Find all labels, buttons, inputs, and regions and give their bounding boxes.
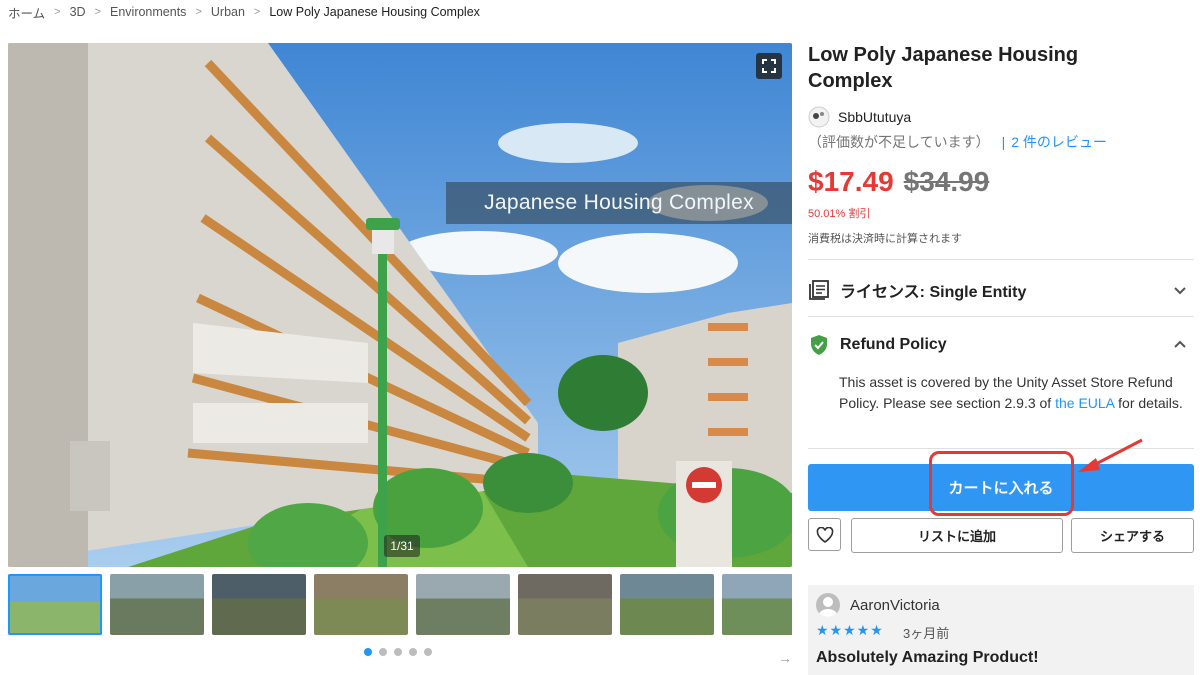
fullscreen-icon [762, 59, 776, 73]
reviews-link[interactable]: 2 件のレビュー [1011, 132, 1107, 152]
ratings-divider: | [1001, 134, 1006, 150]
thumbnail-strip [8, 574, 792, 635]
thumbnail[interactable] [314, 574, 408, 635]
divider [808, 259, 1194, 260]
license-accordion[interactable]: ライセンス: Single Entity [808, 275, 1194, 305]
thumbnail[interactable] [212, 574, 306, 635]
publisher-avatar-icon [808, 106, 830, 128]
image-counter: 1/31 [384, 535, 420, 557]
heart-icon [816, 526, 833, 543]
share-button[interactable]: シェアする [1071, 518, 1194, 553]
eula-link[interactable]: the EULA [1055, 395, 1114, 411]
thumbnail[interactable] [620, 574, 714, 635]
refund-accordion[interactable]: Refund Policy [808, 330, 1194, 360]
chevron-right-icon: > [195, 6, 202, 18]
review-date: 3ヶ月前 [903, 626, 950, 641]
rating-note: （評価数が不足しています） [808, 134, 990, 150]
price-row: $17.49 $34.99 [808, 166, 989, 198]
carousel-dot[interactable] [394, 648, 402, 656]
refund-label: Refund Policy [840, 336, 947, 353]
refund-text-part: for details. [1114, 394, 1183, 411]
carousel-dot[interactable] [379, 648, 387, 656]
discount-label: 50.01% 割引 [808, 208, 871, 220]
chevron-down-icon [1174, 287, 1186, 295]
thumbnail[interactable] [8, 574, 102, 635]
chevron-right-icon: > [253, 6, 261, 18]
sale-price: $17.49 [808, 166, 894, 197]
thumbnail[interactable] [518, 574, 612, 635]
carousel-dot[interactable] [364, 648, 372, 656]
review-title: Absolutely Amazing Product! [816, 649, 1039, 666]
fullscreen-button[interactable] [756, 53, 782, 79]
breadcrumb-current: Low Poly Japanese Housing Complex [269, 5, 480, 19]
thumbnail[interactable] [110, 574, 204, 635]
carousel-dot[interactable] [424, 648, 432, 656]
license-icon [809, 280, 829, 300]
hero-image[interactable]: Japanese Housing Complex 1/31 [8, 43, 792, 567]
chevron-right-icon: > [54, 6, 61, 18]
publisher[interactable]: SbbUtutuya [808, 106, 911, 128]
shield-check-icon [811, 335, 827, 355]
user-avatar-icon [816, 593, 840, 617]
thumbnail[interactable] [722, 574, 792, 635]
publisher-name[interactable]: SbbUtutuya [838, 109, 911, 125]
divider [808, 316, 1194, 317]
chevron-up-icon [1174, 340, 1186, 348]
review-user: AaronVictoria [816, 593, 940, 617]
annotation-highlight-box [929, 451, 1074, 516]
hero-scene [8, 43, 792, 567]
original-price: $34.99 [903, 166, 990, 197]
wishlist-button[interactable] [808, 518, 841, 551]
review-card: AaronVictoria ★★★★★ 3ヶ月前 Absolutely Amaz… [808, 585, 1194, 675]
review-username: AaronVictoria [850, 596, 940, 614]
review-stars: ★★★★★ [816, 622, 884, 638]
add-to-list-button[interactable]: リストに追加 [851, 518, 1063, 553]
refund-policy-text: This asset is covered by the Unity Asset… [839, 372, 1184, 413]
chevron-right-icon: > [94, 6, 101, 18]
product-title: Low Poly Japanese Housing Complex [808, 44, 1079, 92]
carousel-dots [364, 648, 432, 656]
carousel-dot[interactable] [409, 648, 417, 656]
breadcrumb-environments[interactable]: Environments [110, 5, 186, 19]
breadcrumb-home[interactable]: ホーム [8, 3, 45, 22]
thumbnail[interactable] [416, 574, 510, 635]
annotation-arrow-icon [1078, 438, 1143, 472]
breadcrumb: ホーム > 3D > Environments > Urban > Low Po… [8, 3, 480, 22]
breadcrumb-urban[interactable]: Urban [211, 5, 245, 19]
ratings: （評価数が不足しています） | 2 件のレビュー [808, 132, 1107, 152]
hero-overlay-title: Japanese Housing Complex [446, 182, 792, 224]
arrow-right-icon[interactable]: → [778, 650, 792, 666]
breadcrumb-3d[interactable]: 3D [70, 5, 86, 19]
tax-note: 消費税は決済時に計算されます [808, 233, 962, 245]
license-label: ライセンス: Single Entity [840, 284, 1027, 301]
